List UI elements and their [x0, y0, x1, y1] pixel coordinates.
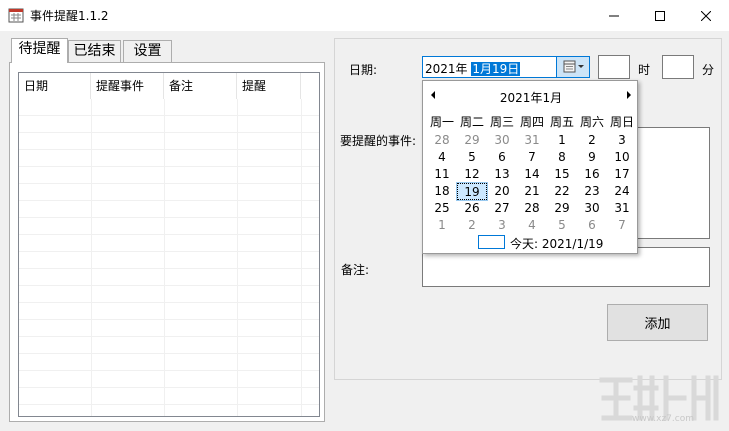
note-label: 备注: — [341, 263, 370, 277]
calendar-day[interactable]: 26 — [457, 200, 487, 217]
calendar-day[interactable]: 12 — [457, 166, 487, 183]
close-icon — [701, 10, 711, 21]
window-title: 事件提醒1.1.2 — [30, 9, 109, 23]
calendar-day[interactable]: 27 — [487, 200, 517, 217]
title-bar: 事件提醒1.1.2 — [0, 0, 729, 31]
calendar-day[interactable]: 5 — [547, 217, 577, 234]
column-header-date[interactable]: 日期 — [19, 73, 91, 99]
calendar-day[interactable]: 3 — [607, 132, 637, 149]
tab-pending[interactable]: 待提醒 — [11, 38, 68, 63]
column-divider — [237, 99, 238, 416]
calendar-day[interactable]: 7 — [517, 149, 547, 166]
calendar-popup[interactable]: 2021年1月 周一 周二 周三 周四 周五 周六 周日 28 29 30 31 1 2 3 4 5 6 7 8 9 1… — [422, 80, 638, 254]
maximize-button[interactable] — [637, 0, 683, 31]
minute-label: 分 — [702, 63, 715, 77]
calendar-day[interactable]: 25 — [427, 200, 457, 217]
calendar-day[interactable]: 31 — [517, 132, 547, 149]
tab-finished[interactable]: 已结束 — [68, 40, 121, 62]
calendar-app-icon — [8, 8, 24, 23]
list-body — [19, 99, 319, 416]
column-divider — [91, 99, 92, 416]
add-button[interactable]: 添加 — [607, 304, 708, 341]
today-marker[interactable] — [478, 235, 505, 249]
calendar-day[interactable]: 15 — [547, 166, 577, 183]
calendar-day[interactable]: 4 — [427, 149, 457, 166]
date-value: 2021年 1月19日 — [425, 60, 521, 77]
next-month-button[interactable] — [625, 90, 633, 103]
calendar-day[interactable]: 30 — [487, 132, 517, 149]
weekday-header: 周一 — [429, 115, 454, 129]
calendar-day[interactable]: 21 — [517, 183, 547, 200]
column-header-note[interactable]: 备注 — [164, 73, 237, 99]
today-link[interactable]: 今天: 2021/1/19 — [510, 235, 603, 252]
date-label: 日期: — [349, 63, 378, 77]
minute-input[interactable] — [662, 55, 694, 79]
chevron-right-icon — [627, 91, 631, 99]
calendar-day-selected[interactable]: 19 — [456, 182, 488, 201]
calendar-day[interactable]: 2 — [577, 132, 607, 149]
calendar-day[interactable]: 16 — [577, 166, 607, 183]
calendar-day[interactable]: 6 — [487, 149, 517, 166]
calendar-day[interactable]: 24 — [607, 183, 637, 200]
calendar-day[interactable]: 9 — [577, 149, 607, 166]
calendar-day[interactable]: 11 — [427, 166, 457, 183]
calendar-day[interactable]: 2 — [457, 217, 487, 234]
calendar-day[interactable]: 10 — [607, 149, 637, 166]
date-dropdown-button[interactable] — [556, 57, 589, 77]
reminder-list[interactable]: 日期 提醒事件 备注 提醒 — [18, 72, 320, 417]
calendar-day[interactable]: 30 — [577, 200, 607, 217]
calendar-day[interactable]: 7 — [607, 217, 637, 234]
calendar-day[interactable]: 23 — [577, 183, 607, 200]
calendar-day[interactable]: 13 — [487, 166, 517, 183]
calendar-day[interactable]: 1 — [427, 217, 457, 234]
calendar-day[interactable]: 14 — [517, 166, 547, 183]
tab-settings[interactable]: 设置 — [123, 40, 172, 62]
calendar-day[interactable]: 29 — [547, 200, 577, 217]
date-year: 2021年 — [425, 62, 468, 76]
calendar-day[interactable]: 5 — [457, 149, 487, 166]
weekday-header: 周三 — [489, 115, 514, 129]
calendar-day[interactable]: 28 — [517, 200, 547, 217]
calendar-day[interactable]: 17 — [607, 166, 637, 183]
tab-panel-pending: 日期 提醒事件 备注 提醒 — [9, 62, 325, 422]
weekday-header: 周四 — [519, 115, 544, 129]
list-header: 日期 提醒事件 备注 提醒 — [19, 73, 319, 99]
hour-label: 时 — [638, 63, 651, 77]
calendar-month-title[interactable]: 2021年1月 — [423, 89, 639, 106]
calendar-day[interactable]: 31 — [607, 200, 637, 217]
event-label: 要提醒的事件: — [340, 134, 417, 148]
calendar-day[interactable]: 4 — [517, 217, 547, 234]
calendar-day[interactable]: 3 — [487, 217, 517, 234]
column-header-remind[interactable]: 提醒 — [237, 73, 301, 99]
date-month-day: 1月19日 — [471, 62, 521, 76]
calendar-day[interactable]: 1 — [547, 132, 577, 149]
date-picker[interactable]: 2021年 1月19日 — [422, 56, 590, 78]
calendar-day[interactable]: 18 — [427, 183, 457, 200]
column-divider — [301, 99, 302, 416]
weekday-header: 周二 — [459, 115, 484, 129]
column-divider — [164, 99, 165, 416]
calendar-day[interactable]: 29 — [457, 132, 487, 149]
weekday-header: 周六 — [579, 115, 604, 129]
calendar-day[interactable]: 8 — [547, 149, 577, 166]
calendar-day[interactable]: 6 — [577, 217, 607, 234]
weekday-header: 周五 — [549, 115, 574, 129]
maximize-icon — [655, 10, 665, 21]
minimize-button[interactable] — [591, 0, 637, 31]
weekday-header: 周日 — [609, 115, 634, 129]
column-header-event[interactable]: 提醒事件 — [91, 73, 164, 99]
watermark-url: www.xz7.com — [632, 414, 694, 424]
calendar-dropdown-icon — [563, 60, 584, 73]
calendar-day[interactable]: 22 — [547, 183, 577, 200]
minimize-icon — [609, 15, 619, 16]
calendar-day[interactable]: 28 — [427, 132, 457, 149]
close-button[interactable] — [683, 0, 729, 31]
calendar-day[interactable]: 20 — [487, 183, 517, 200]
hour-input[interactable] — [598, 55, 630, 79]
